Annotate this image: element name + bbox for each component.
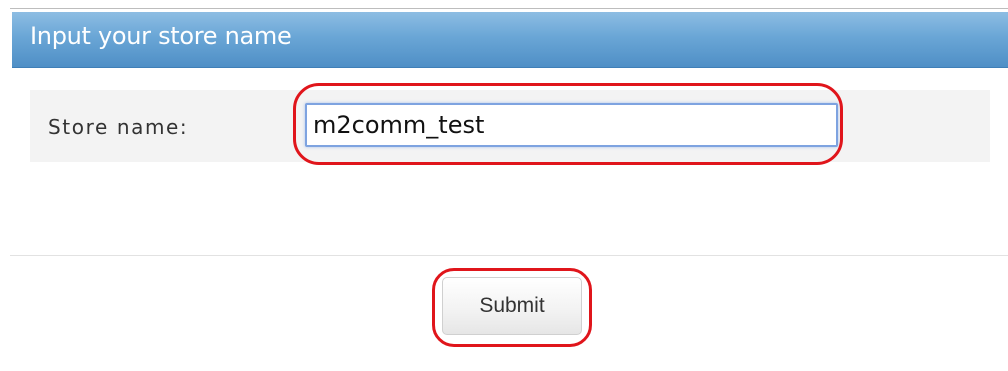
store-name-row: Store name: [30, 83, 990, 165]
panel-header: Input your store name [12, 12, 1008, 68]
top-divider [10, 8, 1008, 9]
store-name-label: Store name: [48, 115, 189, 139]
panel-title: Input your store name [30, 22, 292, 50]
store-name-input[interactable] [305, 103, 838, 147]
actions-divider [10, 255, 1008, 256]
submit-button[interactable]: Submit [442, 277, 582, 335]
